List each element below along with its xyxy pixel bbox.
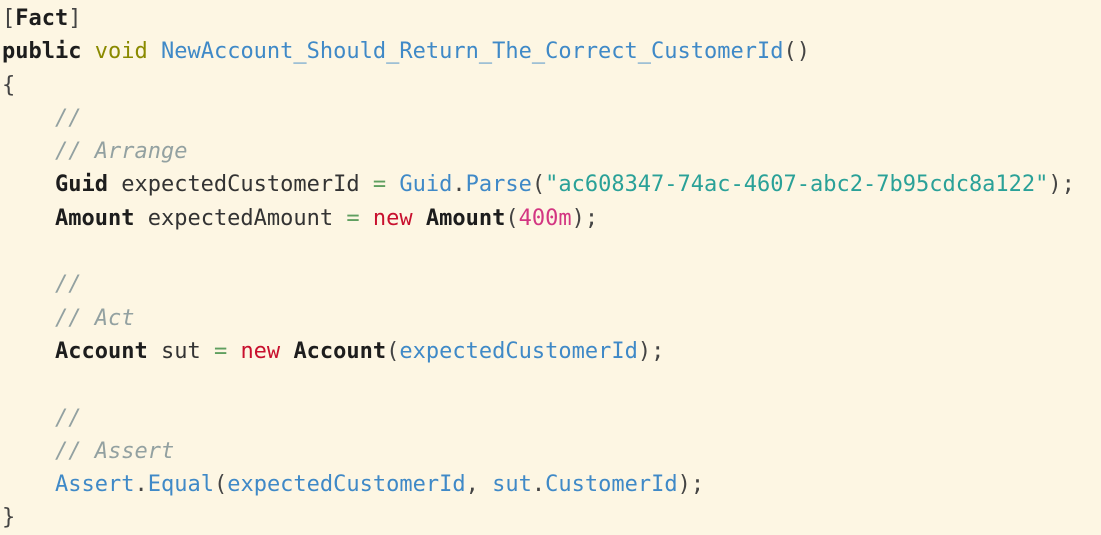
code-token: Account: [54, 338, 148, 364]
code-token: // Act: [54, 305, 135, 331]
code-token: (: [386, 338, 400, 364]
code-token: new: [372, 205, 413, 231]
code-line: //: [2, 102, 1099, 135]
code-token: .: [452, 172, 466, 198]
code-token: Guid: [54, 172, 108, 198]
code-line: //: [2, 268, 1099, 301]
code-token: expectedCustomerId: [399, 338, 638, 364]
code-line: }: [2, 501, 1099, 533]
code-editor[interactable]: [Fact] public void NewAccount_Should_Retu…: [2, 2, 1099, 533]
code-token: Fact: [15, 6, 69, 31]
code-token: sut: [147, 338, 214, 364]
code-token: (: [213, 472, 228, 498]
code-token: Account: [293, 338, 387, 364]
code-line: // Arrange: [2, 135, 1099, 168]
code-token: );: [677, 472, 705, 498]
code-token: }: [2, 505, 16, 531]
code-token: =: [346, 205, 360, 231]
code-token: expectedCustomerId: [107, 172, 373, 198]
code-token: Assert: [54, 472, 135, 498]
code-token: =: [213, 338, 228, 364]
code-token: public: [2, 39, 82, 65]
code-line: [Fact]: [2, 2, 1099, 35]
code-token: Equal: [147, 472, 214, 498]
code-line: // Assert: [2, 435, 1099, 468]
code-token: //: [54, 272, 82, 298]
code-token: void: [94, 39, 148, 65]
code-line: Assert.Equal(expectedCustomerId, sut.Cus…: [2, 468, 1099, 501]
code-token: Amount: [425, 205, 506, 231]
code-token: );: [637, 338, 665, 364]
code-token: expectedCustomerId: [227, 472, 466, 498]
code-line: {: [2, 69, 1099, 102]
code-token: (): [783, 39, 811, 65]
code-token: =: [372, 172, 387, 198]
code-line: Account sut = new Account(expectedCustom…: [2, 335, 1099, 368]
code-line: // Act: [2, 302, 1099, 335]
code-token: // Arrange: [54, 139, 188, 165]
code-token: );: [1048, 172, 1075, 198]
code-token: );: [571, 205, 599, 231]
code-token: {: [2, 72, 16, 98]
code-token: 400m: [518, 205, 572, 231]
code-token: .: [531, 472, 546, 498]
code-token: Parse: [465, 172, 532, 198]
code-line: Guid expectedCustomerId = Guid.Parse("ac…: [2, 168, 1099, 201]
code-token: expectedAmount: [134, 205, 347, 231]
code-token: ,: [465, 472, 493, 498]
code-token: //: [54, 405, 82, 431]
code-token: Amount: [54, 205, 135, 231]
code-token: new: [240, 338, 281, 364]
code-token: "ac608347-74ac-4607-abc2-7b95cdc8a122": [545, 172, 1049, 198]
code-token: //: [54, 105, 82, 131]
code-token: (: [531, 172, 546, 198]
code-token: Guid: [399, 172, 453, 198]
code-token: // Assert: [54, 438, 175, 464]
code-token: NewAccount_Should_Return_The_Correct_Cus…: [160, 39, 784, 65]
code-token: sut: [492, 472, 532, 498]
code-line: //: [2, 402, 1099, 435]
code-token: ]: [68, 6, 82, 31]
code-token: (: [505, 205, 519, 231]
code-token: CustomerId: [545, 472, 678, 498]
code-token: .: [134, 472, 148, 498]
code-line: Amount expectedAmount = new Amount(400m)…: [2, 202, 1099, 235]
code-line: public void NewAccount_Should_Return_The…: [2, 35, 1099, 68]
code-token: [: [2, 6, 16, 31]
